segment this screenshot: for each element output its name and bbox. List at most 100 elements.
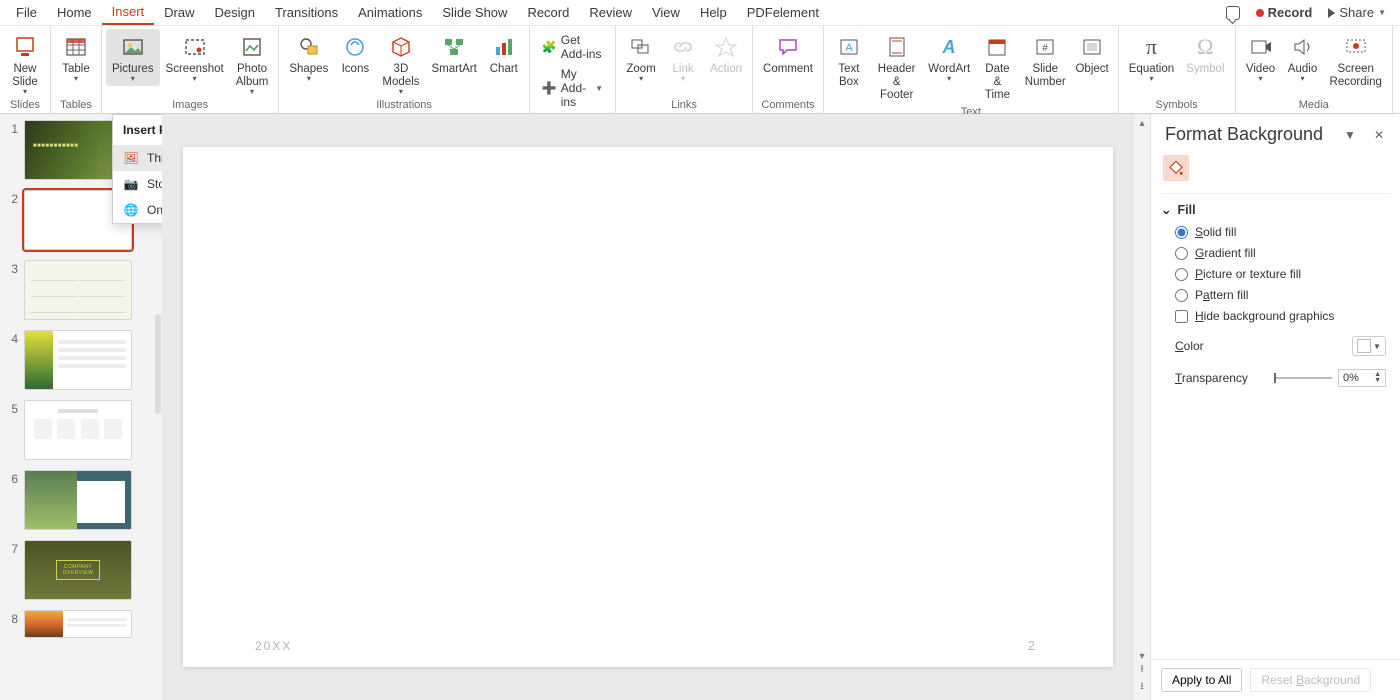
share-button[interactable]: Share▼ (1320, 2, 1394, 23)
video-button[interactable]: Video▾ (1240, 29, 1282, 86)
color-picker[interactable]: ▼ (1352, 336, 1386, 356)
thumbnail-slide-4[interactable] (24, 330, 132, 390)
smartart-button[interactable]: SmartArt (425, 29, 482, 79)
dropdown-this-device[interactable]: 🖼 This Device… (113, 145, 162, 171)
slide-number-icon: # (1030, 32, 1060, 62)
tab-record[interactable]: Record (517, 1, 579, 24)
record-dot-icon (1256, 9, 1264, 17)
svg-text:#: # (1042, 43, 1048, 54)
tab-animations[interactable]: Animations (348, 1, 432, 24)
gradient-fill-radio[interactable]: Gradient fill (1175, 246, 1386, 260)
group-label-media: Media (1299, 99, 1329, 113)
fill-tab-button[interactable] (1163, 155, 1189, 181)
wordart-button[interactable]: AWordArt▾ (923, 29, 974, 86)
screen-recording-button[interactable]: Screen Recording (1324, 29, 1388, 92)
svg-text:A: A (942, 37, 956, 57)
chart-button[interactable]: Chart (483, 29, 525, 79)
prev-slide-icon[interactable]: ⭱ (1140, 662, 1144, 679)
thumb-number: 6 (4, 470, 18, 530)
share-icon (1328, 8, 1335, 18)
dropdown-online-pictures[interactable]: 🌐 Onlin (113, 197, 162, 223)
pictures-button[interactable]: Pictures ▾ (106, 29, 160, 86)
fill-section-toggle[interactable]: ⌄Fill (1161, 202, 1390, 217)
shapes-button[interactable]: Shapes▾ (283, 29, 334, 86)
tab-review[interactable]: Review (579, 1, 642, 24)
scroll-up-icon[interactable]: ▴ (1139, 118, 1144, 129)
slide-canvas-area[interactable]: 20XX 2 (162, 114, 1134, 700)
symbol-icon: Ω (1190, 32, 1220, 62)
link-icon (668, 32, 698, 62)
slide-number-button[interactable]: #Slide Number (1020, 29, 1070, 92)
header-footer-label: Header & Footer (876, 63, 918, 103)
slide-canvas[interactable]: 20XX 2 (183, 147, 1113, 667)
spinner-arrows[interactable]: ▲▼ (1374, 372, 1381, 384)
thumb-number: 5 (4, 400, 18, 460)
date-time-button[interactable]: Date & Time (975, 29, 1020, 106)
reset-background-button[interactable]: Reset Background (1250, 668, 1371, 692)
next-slide-icon[interactable]: ⭳ (1140, 679, 1144, 696)
record-button[interactable]: Record (1248, 2, 1321, 23)
link-button[interactable]: Link▾ (662, 29, 704, 86)
tab-transitions[interactable]: Transitions (265, 1, 348, 24)
chevron-down-icon: ▼ (1378, 8, 1386, 17)
transparency-input[interactable]: 0%▲▼ (1338, 369, 1386, 387)
object-button[interactable]: Object (1070, 29, 1113, 79)
tab-design[interactable]: Design (205, 1, 265, 24)
tab-file[interactable]: File (6, 1, 47, 24)
dropdown-stock-images[interactable]: 📷Stock Images… (113, 171, 162, 197)
group-label-comments: Comments (761, 99, 814, 113)
action-button[interactable]: Action (704, 29, 748, 79)
tab-help[interactable]: Help (690, 1, 737, 24)
tab-pdfelement[interactable]: PDFelement (737, 1, 829, 24)
group-text: AText Box Header & Footer AWordArt▾ Date… (824, 26, 1119, 113)
comments-button[interactable] (1218, 3, 1248, 23)
store-icon: 🧩 (542, 39, 557, 55)
tab-view[interactable]: View (642, 1, 690, 24)
hide-bg-graphics-check[interactable]: Hide background graphics (1175, 309, 1386, 323)
icons-button[interactable]: Icons (334, 29, 376, 79)
transparency-slider[interactable] (1274, 377, 1332, 379)
thumbnail-slide-8[interactable] (24, 610, 132, 638)
tab-slideshow[interactable]: Slide Show (432, 1, 517, 24)
tab-insert[interactable]: Insert (102, 0, 155, 25)
get-addins-button[interactable]: 🧩Get Add-ins (538, 31, 607, 63)
thumbnail-slide-6[interactable] (24, 470, 132, 530)
thumbnail-scrollbar[interactable] (155, 314, 161, 414)
solid-fill-radio[interactable]: Solid fill (1175, 225, 1386, 239)
3d-models-button[interactable]: 3D Models▾ (376, 29, 425, 99)
thumbnail-slide-7[interactable]: COMPANY OVERVIEW (24, 540, 132, 600)
scroll-down-icon[interactable]: ▾ (1139, 651, 1144, 662)
header-footer-button[interactable]: Header & Footer (870, 29, 924, 106)
tab-home[interactable]: Home (47, 1, 102, 24)
audio-button[interactable]: Audio▾ (1282, 29, 1324, 86)
thumb-number: 4 (4, 330, 18, 390)
thumbnail-slide-5[interactable] (24, 400, 132, 460)
screenshot-button[interactable]: Screenshot ▾ (160, 29, 230, 86)
my-addins-button[interactable]: ➕My Add-ins▼ (538, 65, 607, 111)
dropdown-item-label: Stock Images… (147, 177, 162, 191)
group-slides: New Slide ▾ Slides (0, 26, 51, 113)
pattern-fill-radio[interactable]: Pattern fill (1175, 288, 1386, 302)
symbol-button[interactable]: ΩSymbol (1180, 29, 1230, 79)
picture-fill-radio[interactable]: Picture or texture fill (1175, 267, 1386, 281)
comment-button[interactable]: Comment (757, 29, 819, 79)
slide-thumbnails-panel[interactable]: 1■■■■■■■■■■■ 2 3 4 5 6 7COMPANY OVERVIEW… (0, 114, 162, 700)
canvas-scrollbar[interactable]: ▴ ▾ ⭱ ⭳ (1134, 114, 1150, 700)
apply-to-all-button[interactable]: Apply to All (1161, 668, 1242, 692)
dropdown-item-label: This Device… (147, 151, 162, 165)
dropdown-item-label: Onlin (147, 203, 162, 217)
panel-close-button[interactable]: ✕ (1370, 126, 1388, 144)
panel-options-button[interactable]: ▼ (1340, 126, 1360, 144)
textbox-button[interactable]: AText Box (828, 29, 870, 92)
globe-icon: 🌐 (123, 202, 139, 218)
device-icon: 🖼 (123, 150, 139, 166)
equation-button[interactable]: πEquation▾ (1123, 29, 1180, 86)
zoom-icon (626, 32, 656, 62)
tab-draw[interactable]: Draw (154, 1, 204, 24)
table-button[interactable]: Table ▾ (55, 29, 97, 86)
thumbnail-slide-3[interactable] (24, 260, 132, 320)
photo-album-button[interactable]: Photo Album ▾ (230, 29, 275, 99)
new-slide-button[interactable]: New Slide ▾ (4, 29, 46, 99)
new-slide-icon (10, 32, 40, 62)
zoom-button[interactable]: Zoom▾ (620, 29, 662, 86)
